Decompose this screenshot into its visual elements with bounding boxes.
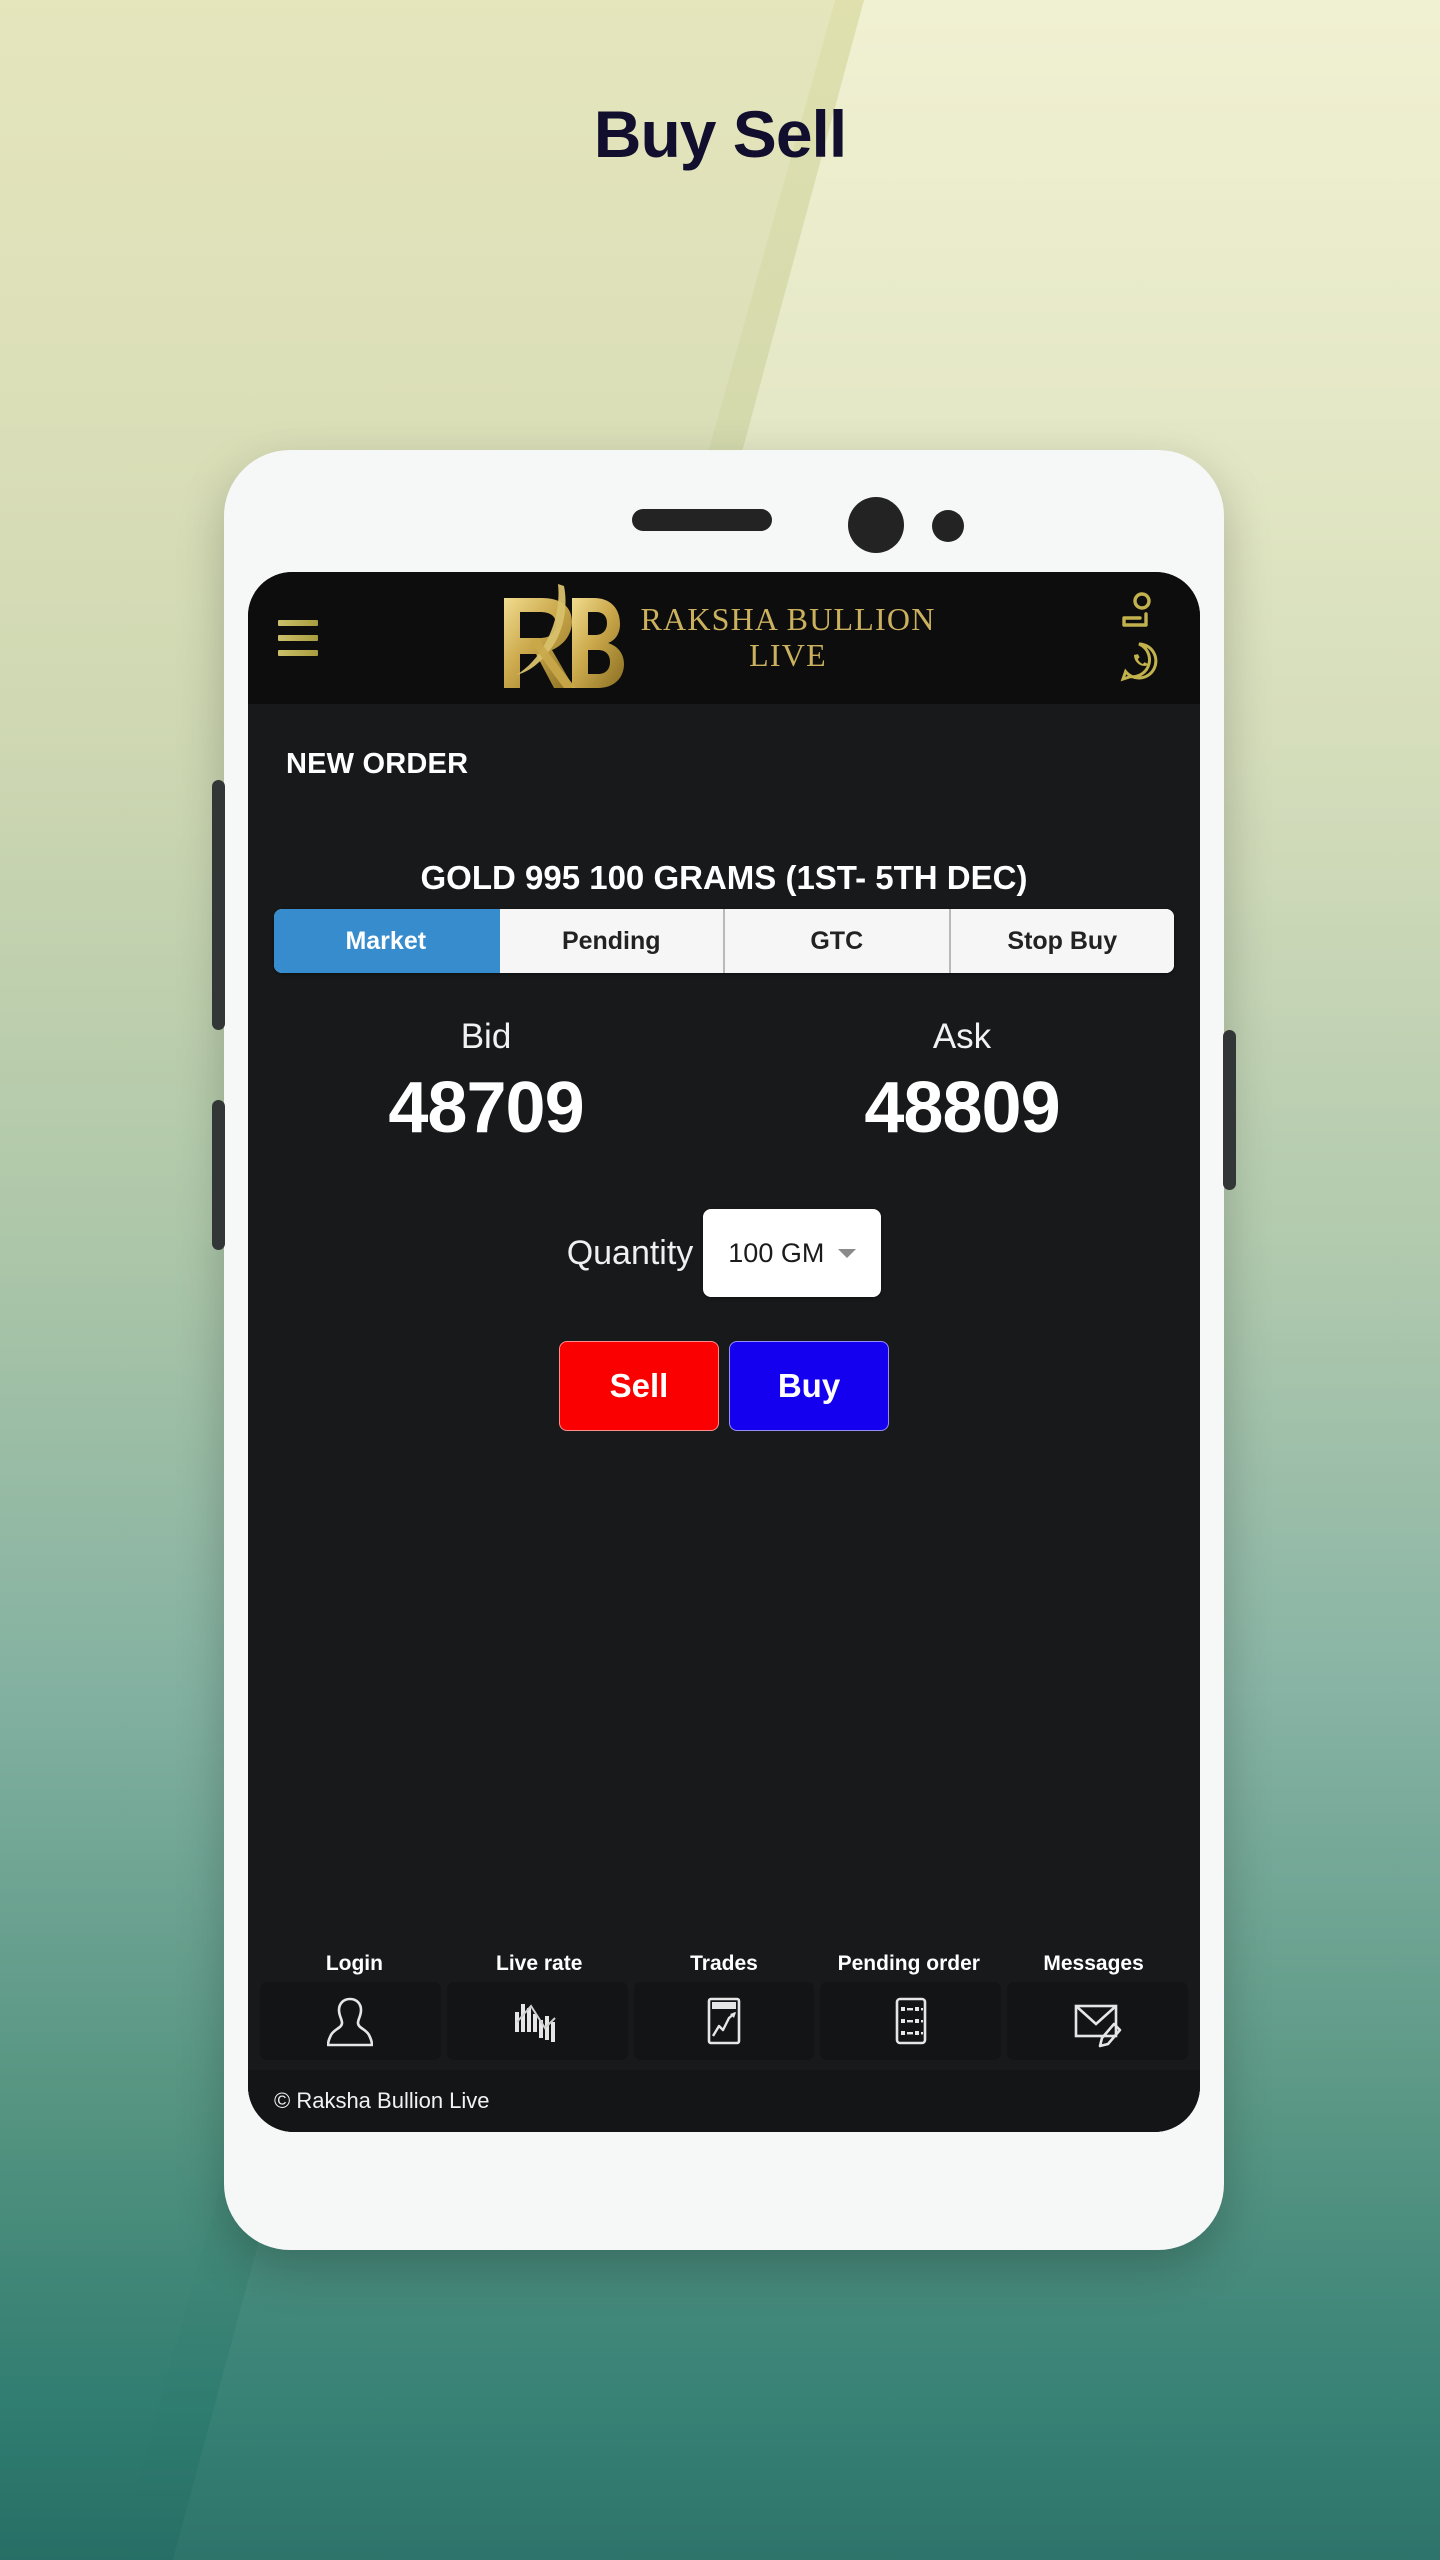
tab-gtc[interactable]: GTC (725, 909, 951, 973)
section-title-new-order: NEW ORDER (286, 748, 469, 780)
buy-button[interactable]: Buy (729, 1341, 889, 1431)
nav-item-live-rate[interactable] (446, 1982, 628, 2060)
tab-market[interactable]: Market (274, 909, 500, 973)
bottom-nav-icons (248, 1982, 1200, 2060)
brand-line-2: LIVE (749, 637, 827, 673)
phone-screen: RAKSHA BULLION LIVE NEW ORDER GOLD 995 1… (248, 572, 1200, 2132)
ask-block: Ask 48809 (724, 1017, 1200, 1149)
nav-label-login: Login (325, 1952, 383, 1975)
quantity-row: Quantity 100 GM (248, 1209, 1200, 1297)
sell-button[interactable]: Sell (559, 1341, 719, 1431)
bottom-nav-labels: Login Live rate Trades Pending order Mes… (248, 1952, 1200, 1982)
order-type-tabs: Market Pending GTC Stop Buy (274, 909, 1174, 973)
nav-label-messages: Messages (1043, 1952, 1144, 1975)
earpiece-speaker-icon (632, 509, 772, 531)
page-title: Buy Sell (593, 97, 847, 171)
quantity-value: 100 GM (728, 1237, 825, 1268)
volume-up-button[interactable] (212, 780, 225, 1030)
product-title: GOLD 995 100 GRAMS (1ST- 5TH DEC) (420, 859, 1028, 896)
ask-label: Ask (932, 1017, 992, 1056)
raksha-bullion-logo-icon (504, 584, 625, 688)
envelope-pencil-icon (1074, 2004, 1121, 2048)
brand-line-1: RAKSHA BULLION (640, 601, 936, 638)
action-row: Sell Buy (248, 1341, 1200, 1431)
header-icon-group (1104, 592, 1174, 684)
nav-label-pending-order: Pending order (837, 1952, 980, 1975)
price-row: Bid 48709 Ask 48809 (248, 1017, 1200, 1149)
tab-stop-buy[interactable]: Stop Buy (950, 909, 1174, 973)
quantity-label: Quantity (566, 1233, 694, 1272)
quantity-select[interactable]: 100 GM (703, 1209, 882, 1297)
nav-item-login[interactable] (260, 1982, 441, 2060)
secondary-camera-icon (932, 510, 964, 542)
nav-item-pending-order[interactable] (820, 1982, 1002, 2060)
contact-icon[interactable] (1118, 592, 1160, 636)
phone-mockup: RAKSHA BULLION LIVE NEW ORDER GOLD 995 1… (212, 450, 1236, 2250)
phone-notch-row (224, 495, 1224, 555)
bid-label: Bid (460, 1017, 512, 1056)
power-button[interactable] (1223, 1030, 1236, 1190)
bid-block: Bid 48709 (248, 1017, 724, 1149)
front-camera-icon (848, 497, 904, 553)
tab-pending[interactable]: Pending (499, 909, 725, 973)
nav-item-trades[interactable] (633, 1982, 815, 2060)
bid-value: 48709 (388, 1068, 584, 1148)
brand-lockup: RAKSHA BULLION LIVE (318, 580, 1104, 696)
whatsapp-icon[interactable] (1118, 640, 1160, 684)
brand-name: RAKSHA BULLION LIVE (640, 601, 936, 674)
ask-value: 48809 (864, 1068, 1060, 1148)
app-footer: © Raksha Bullion Live (248, 2070, 1200, 2132)
nav-label-live-rate: Live rate (496, 1952, 583, 1975)
nav-label-trades: Trades (690, 1952, 758, 1975)
app-header: RAKSHA BULLION LIVE (248, 572, 1200, 704)
nav-item-messages[interactable] (1007, 1982, 1188, 2060)
list-grid-icon (895, 1997, 927, 2045)
app-body: NEW ORDER GOLD 995 100 GRAMS (1ST- 5TH D… (248, 704, 1200, 2132)
volume-down-button[interactable] (212, 1100, 225, 1250)
chart-document-icon (707, 1997, 741, 2045)
bar-chart-icon (515, 2004, 556, 2042)
person-icon (327, 1997, 374, 2047)
chevron-down-icon (838, 1248, 857, 1258)
